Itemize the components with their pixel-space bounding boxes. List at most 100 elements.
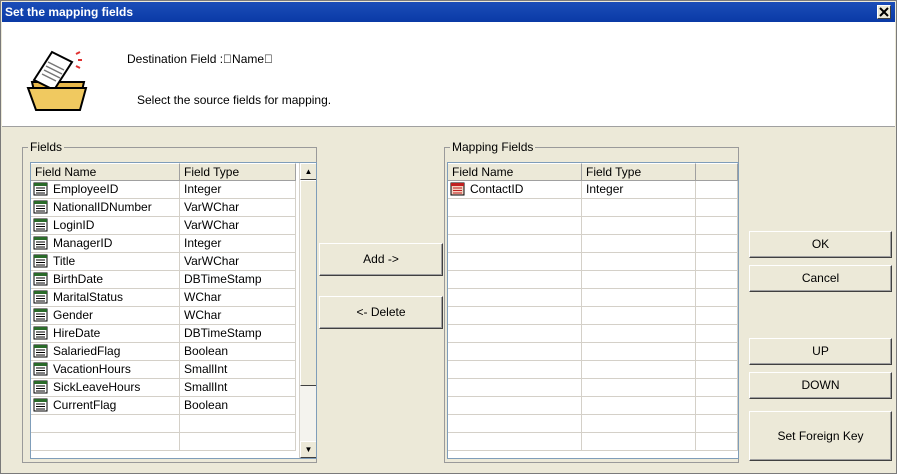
- field-name-cell: [448, 307, 582, 325]
- scroll-down-button[interactable]: ▼: [300, 441, 316, 458]
- field-name-text: ManagerID: [53, 236, 113, 250]
- empty-cell: [696, 253, 738, 271]
- empty-row: [448, 433, 738, 451]
- field-name-cell: [448, 379, 582, 397]
- empty-row: [31, 415, 296, 433]
- ok-button[interactable]: OK: [749, 231, 892, 258]
- set-foreign-key-button[interactable]: Set Foreign Key: [749, 411, 892, 461]
- set-foreign-key-label: Set Foreign Key: [777, 429, 864, 443]
- fields-grid: Field Name Field Type EmployeeID Integer N…: [30, 162, 317, 459]
- field-name-cell: BirthDate: [31, 271, 180, 289]
- mapping-legend: Mapping Fields: [450, 140, 536, 154]
- field-icon: [33, 254, 48, 268]
- field-type-cell: DBTimeStamp: [180, 325, 296, 343]
- field-type-cell: Integer: [180, 235, 296, 253]
- scroll-up-button[interactable]: ▲: [300, 163, 316, 180]
- field-name-text: NationalIDNumber: [53, 200, 152, 214]
- field-name-cell: VacationHours: [31, 361, 180, 379]
- table-row[interactable]: LoginID VarWChar: [31, 217, 296, 235]
- field-name-cell: ContactID: [448, 181, 582, 199]
- empty-cell: [696, 199, 738, 217]
- table-row[interactable]: BirthDate DBTimeStamp: [31, 271, 296, 289]
- cancel-button[interactable]: Cancel: [749, 265, 892, 292]
- field-name-text: ContactID: [470, 182, 524, 196]
- field-name-text: Gender: [53, 308, 94, 322]
- table-row[interactable]: SalariedFlag Boolean: [31, 343, 296, 361]
- close-icon[interactable]: [877, 5, 891, 19]
- field-type-cell: VarWChar: [180, 199, 296, 217]
- table-row[interactable]: EmployeeID Integer: [31, 181, 296, 199]
- empty-row: [448, 253, 738, 271]
- column-header-field-type[interactable]: Field Type: [582, 163, 696, 181]
- table-row[interactable]: MaritalStatus WChar: [31, 289, 296, 307]
- field-name-cell: [448, 289, 582, 307]
- field-name-text: Title: [53, 254, 76, 268]
- empty-cell: [696, 325, 738, 343]
- table-row[interactable]: SickLeaveHours SmallInt: [31, 379, 296, 397]
- field-name-cell: HireDate: [31, 325, 180, 343]
- empty-row: [448, 235, 738, 253]
- field-name-text: BirthDate: [53, 272, 104, 286]
- table-row[interactable]: ContactID Integer: [448, 181, 738, 199]
- field-name-text: HireDate: [53, 326, 101, 340]
- down-button[interactable]: DOWN: [749, 372, 892, 399]
- field-name-cell: Title: [31, 253, 180, 271]
- field-name-cell: [448, 199, 582, 217]
- field-type-cell: Boolean: [180, 343, 296, 361]
- field-type-cell: Integer: [180, 181, 296, 199]
- destination-field-label: Destination Field : Name : [127, 52, 274, 66]
- field-type-cell: [582, 343, 696, 361]
- header-area: Destination Field : Name  Select the sou…: [2, 22, 895, 127]
- table-row[interactable]: Gender WChar: [31, 307, 296, 325]
- field-type-cell: [582, 253, 696, 271]
- table-row[interactable]: ManagerID Integer: [31, 235, 296, 253]
- mapping-dialog: Set the mapping fields Destination Field…: [0, 0, 897, 474]
- fields-scrollbar[interactable]: ▲ ▼: [299, 163, 316, 458]
- empty-cell: [696, 271, 738, 289]
- title-bar: Set the mapping fields: [2, 2, 895, 22]
- ok-button-label: OK: [811, 237, 830, 251]
- empty-cell: [696, 181, 738, 199]
- field-type-cell: SmallInt: [180, 361, 296, 379]
- empty-cell: [696, 307, 738, 325]
- fields-legend: Fields: [28, 140, 65, 154]
- column-header-field-type[interactable]: Field Type: [180, 163, 296, 181]
- window-title: Set the mapping fields: [5, 5, 134, 19]
- column-header-field-name[interactable]: Field Name: [31, 163, 180, 181]
- empty-row: [448, 217, 738, 235]
- table-row[interactable]: HireDate DBTimeStamp: [31, 325, 296, 343]
- empty-row: [31, 433, 296, 451]
- empty-row: [448, 325, 738, 343]
- table-row[interactable]: VacationHours SmallInt: [31, 361, 296, 379]
- field-type-cell: WChar: [180, 307, 296, 325]
- field-name-cell: CurrentFlag: [31, 397, 180, 415]
- up-button-label: UP: [812, 344, 829, 358]
- empty-cell: [696, 361, 738, 379]
- field-name-text: LoginID: [53, 218, 95, 232]
- field-type-cell: [582, 271, 696, 289]
- table-row[interactable]: NationalIDNumber VarWChar: [31, 199, 296, 217]
- column-header-field-name[interactable]: Field Name: [448, 163, 582, 181]
- field-type-cell: [582, 199, 696, 217]
- cancel-button-label: Cancel: [801, 271, 840, 285]
- field-name-text: SalariedFlag: [53, 344, 121, 358]
- empty-row: [448, 415, 738, 433]
- field-type-cell: VarWChar: [180, 253, 296, 271]
- table-row[interactable]: Title VarWChar: [31, 253, 296, 271]
- field-name-cell: [448, 217, 582, 235]
- document-folder-icon: [26, 50, 88, 111]
- field-type-cell: [582, 235, 696, 253]
- field-type-cell: [582, 325, 696, 343]
- field-icon: [33, 398, 48, 412]
- scroll-thumb[interactable]: [300, 180, 316, 386]
- up-button[interactable]: UP: [749, 338, 892, 365]
- field-type-cell: [582, 397, 696, 415]
- field-name-cell: [448, 343, 582, 361]
- delete-button[interactable]: <- Delete: [319, 296, 443, 329]
- field-name-cell: EmployeeID: [31, 181, 180, 199]
- table-row[interactable]: CurrentFlag Boolean: [31, 397, 296, 415]
- add-button[interactable]: Add ->: [319, 243, 443, 276]
- field-type-cell: Integer: [582, 181, 696, 199]
- field-name-cell: SalariedFlag: [31, 343, 180, 361]
- field-icon: [33, 272, 48, 286]
